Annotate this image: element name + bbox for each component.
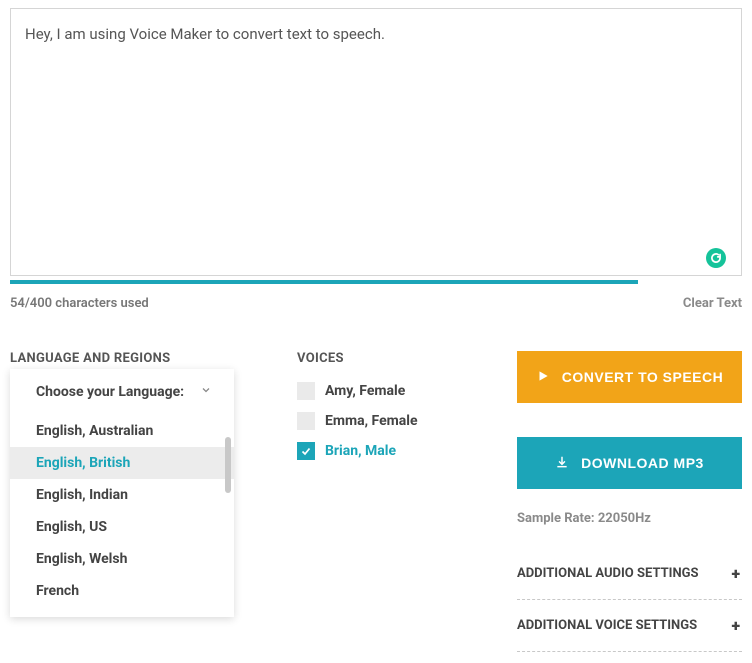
download-icon [555,455,569,472]
additional-voice-settings-toggle[interactable]: ADDITIONAL VOICE SETTINGS + [517,600,742,652]
language-dropdown-toggle[interactable]: Choose your Language: [10,369,234,415]
language-option[interactable]: English, British [10,447,234,479]
convert-to-speech-button[interactable]: CONVERT TO SPEECH [517,351,742,403]
voice-label: Brian, Male [325,443,396,459]
voice-label: Amy, Female [325,383,405,399]
plus-icon: + [731,564,740,583]
voice-option[interactable]: Amy, Female [297,382,517,400]
check-icon [300,445,312,457]
voices-heading: VOICES [297,351,517,366]
char-count: 54/400 characters used [10,296,149,311]
voice-checkbox[interactable] [297,382,315,400]
text-input[interactable] [10,8,742,276]
play-icon [536,369,550,386]
language-dropdown-label: Choose your Language: [36,384,184,400]
language-option[interactable]: English, Australian [10,415,234,447]
text-usage-bar [10,280,638,284]
download-mp3-button[interactable]: DOWNLOAD MP3 [517,437,742,489]
additional-audio-settings-toggle[interactable]: ADDITIONAL AUDIO SETTINGS + [517,548,742,600]
voice-option[interactable]: Emma, Female [297,412,517,430]
language-option[interactable]: French [10,575,234,607]
language-option[interactable]: English, Welsh [10,543,234,575]
language-dropdown[interactable]: Choose your Language: English, Australia… [10,369,234,617]
additional-audio-settings-label: ADDITIONAL AUDIO SETTINGS [517,566,699,581]
convert-button-label: CONVERT TO SPEECH [562,369,724,385]
chevron-down-icon [200,384,212,400]
voice-checkbox[interactable] [297,442,315,460]
voice-checkbox[interactable] [297,412,315,430]
language-option[interactable]: English, US [10,511,234,543]
sample-rate: Sample Rate: 22050Hz [517,511,742,526]
additional-voice-settings-label: ADDITIONAL VOICE SETTINGS [517,618,697,633]
plus-icon: + [731,616,740,635]
scrollbar-thumb[interactable] [225,437,231,493]
voice-option[interactable]: Brian, Male [297,442,517,460]
grammarly-icon [706,248,726,268]
download-button-label: DOWNLOAD MP3 [581,455,704,471]
language-option[interactable]: French, Canadian [10,607,234,615]
language-regions-heading: LANGUAGE AND REGIONS [10,351,297,366]
clear-text-button[interactable]: Clear Text [683,296,742,311]
language-option[interactable]: English, Indian [10,479,234,511]
voice-label: Emma, Female [325,413,418,429]
